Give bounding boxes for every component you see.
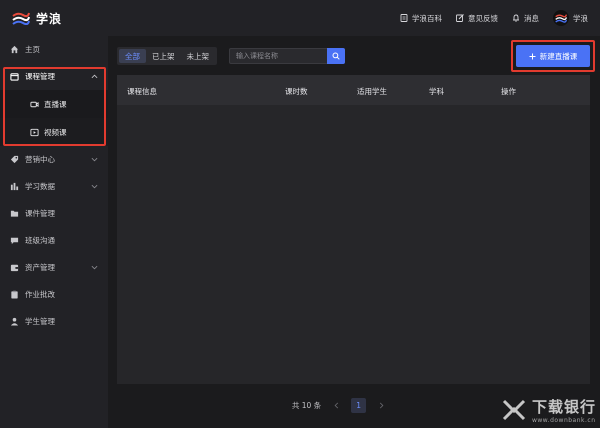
- document-icon: [400, 14, 408, 22]
- clipboard-icon: [10, 290, 19, 299]
- new-live-course-button[interactable]: 新建直播课: [516, 45, 590, 67]
- xuelang-logo-icon: [12, 12, 30, 25]
- sidebar-item-label: 直播课: [44, 99, 67, 109]
- bar-chart-icon: [10, 182, 19, 191]
- video-camera-icon: [30, 100, 39, 109]
- sidebar-item-label: 主页: [25, 45, 40, 54]
- column-header-subject: 学科: [429, 87, 444, 96]
- tag-icon: [10, 155, 19, 164]
- chevron-down-icon: [91, 157, 98, 162]
- sidebar-nav: 主页 课程管理 直播课 视频课 营销中心 学习数据 课件管理 班级沟通 资产管理…: [0, 36, 108, 335]
- column-header-lessons: 课时数: [285, 87, 308, 96]
- watermark-text: 下载银行 www.downbank.cn: [532, 396, 596, 424]
- sidebar-item-label: 资产管理: [25, 263, 55, 272]
- sidebar-item-homework[interactable]: 作业批改: [0, 281, 108, 308]
- sidebar-item-label: 学习数据: [25, 182, 55, 191]
- column-header-course-info: 课程信息: [127, 87, 157, 96]
- column-header-actions: 操作: [501, 87, 516, 96]
- header-link-label: 消息: [524, 13, 539, 23]
- chevron-right-icon: [379, 402, 384, 409]
- sidebar-item-label: 作业批改: [25, 290, 55, 299]
- next-page-button[interactable]: [376, 401, 386, 411]
- header-link-wiki[interactable]: 学浪百科: [400, 13, 442, 24]
- watermark: 下载银行 www.downbank.cn: [501, 396, 596, 424]
- sidebar-item-courseware[interactable]: 课件管理: [0, 200, 108, 227]
- course-table: 课程信息 课时数 适用学生 学科 操作: [117, 75, 590, 384]
- status-filter-group: 全部 已上架 未上架: [117, 47, 217, 65]
- xuelang-logo-icon: [555, 14, 567, 23]
- column-header-students: 适用学生: [357, 87, 387, 96]
- user-menu[interactable]: 学浪: [553, 10, 588, 26]
- downbank-logo-icon: [502, 399, 526, 421]
- chevron-left-icon: [334, 402, 338, 409]
- sidebar-item-video-course[interactable]: 视频课: [0, 118, 108, 146]
- top-header: 学浪百科 意见反馈 消息 学浪: [108, 0, 600, 36]
- table-header: 课程信息 课时数 适用学生 学科 操作: [117, 75, 590, 105]
- user-name: 学浪: [573, 13, 588, 23]
- chevron-up-icon: [91, 74, 98, 79]
- bell-icon: [513, 14, 519, 22]
- sidebar-item-label: 视频课: [44, 127, 67, 137]
- header-link-messages[interactable]: 消息: [512, 13, 539, 24]
- sidebar-item-learning-data[interactable]: 学习数据: [0, 173, 108, 200]
- toolbar: 全部 已上架 未上架: [117, 47, 345, 65]
- chat-icon: [10, 236, 19, 245]
- filter-listed[interactable]: 已上架: [146, 49, 181, 63]
- sidebar-item-marketing[interactable]: 营销中心: [0, 146, 108, 173]
- watermark-subtitle: www.downbank.cn: [531, 417, 596, 424]
- main-content: 全部 已上架 未上架 新建直播课 课程信息 课时数 适用学生 学科 操作 共 1…: [108, 36, 600, 428]
- search-box: [229, 48, 345, 64]
- chevron-down-icon: [91, 184, 98, 189]
- sidebar-item-label: 营销中心: [25, 155, 55, 164]
- search-input[interactable]: [229, 48, 327, 64]
- sidebar-item-label: 班级沟通: [25, 236, 55, 245]
- filter-unlisted[interactable]: 未上架: [181, 49, 216, 63]
- play-icon: [30, 128, 39, 137]
- wallet-icon: [10, 263, 19, 272]
- avatar: [553, 10, 569, 26]
- calendar-icon: [10, 72, 19, 81]
- app-logo[interactable]: 学浪: [0, 0, 108, 36]
- sidebar-item-assets[interactable]: 资产管理: [0, 254, 108, 281]
- prev-page-button[interactable]: [331, 401, 341, 411]
- total-count: 共 10 条: [291, 401, 322, 410]
- search-icon: [332, 52, 340, 60]
- sidebar-item-home[interactable]: 主页: [0, 36, 108, 63]
- sidebar-item-class-chat[interactable]: 班级沟通: [0, 227, 108, 254]
- watermark-title: 下载银行: [531, 398, 596, 416]
- sidebar-item-label: 课件管理: [25, 209, 55, 218]
- new-live-course-label: 新建直播课: [539, 51, 578, 61]
- sidebar-item-live-course[interactable]: 直播课: [0, 90, 108, 118]
- plus-icon: [529, 53, 536, 59]
- app-title: 学浪: [36, 11, 63, 26]
- chevron-down-icon: [91, 265, 98, 270]
- header-link-label: 学浪百科: [412, 13, 442, 23]
- folder-icon: [10, 209, 19, 218]
- header-link-label: 意见反馈: [468, 13, 498, 23]
- page-number[interactable]: 1: [351, 398, 367, 413]
- header-link-feedback[interactable]: 意见反馈: [456, 13, 498, 24]
- filter-all[interactable]: 全部: [119, 49, 146, 63]
- edit-icon: [456, 14, 464, 22]
- sidebar-item-label: 学生管理: [25, 317, 55, 326]
- sidebar-item-course-management[interactable]: 课程管理: [0, 63, 108, 90]
- sidebar: 学浪 主页 课程管理 直播课 视频课 营销中心 学习数据 课件管理 班级沟通 资…: [0, 0, 108, 428]
- search-button[interactable]: [327, 48, 345, 64]
- sidebar-item-label: 课程管理: [25, 72, 55, 81]
- home-icon: [10, 45, 19, 54]
- users-icon: [10, 317, 19, 326]
- sidebar-item-students[interactable]: 学生管理: [0, 308, 108, 335]
